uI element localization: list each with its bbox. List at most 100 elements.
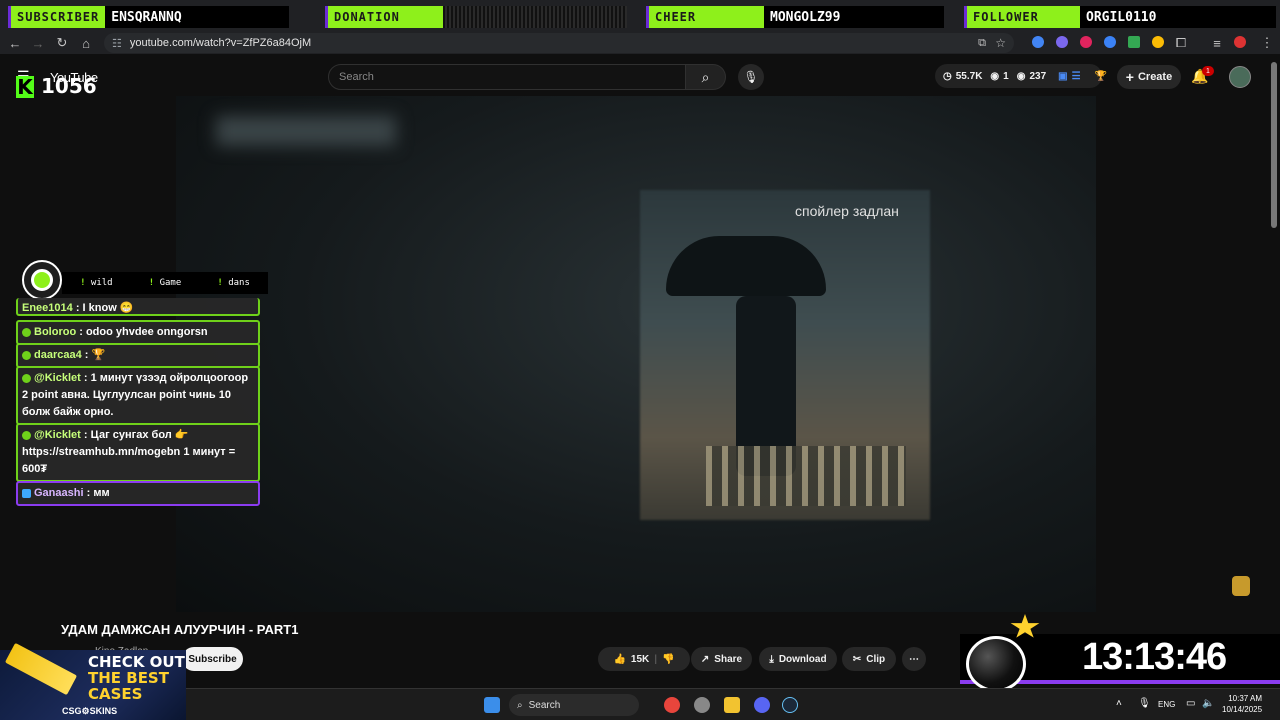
back-icon[interactable]: ← <box>4 32 26 54</box>
install-icon[interactable]: ⧉ <box>978 37 986 50</box>
extension-icon[interactable] <box>1104 36 1116 48</box>
download-extension-icon[interactable] <box>1128 36 1140 48</box>
chevron-up-icon[interactable]: ˄ <box>1116 698 1122 709</box>
search-button[interactable]: ⌕ <box>686 64 726 90</box>
csgo-skins-ad[interactable]: CHECK OUT THE BEST CASES CSG⚙SKINS <box>0 642 186 720</box>
dislike-icon[interactable]: 👎 <box>662 654 674 665</box>
follower-label: FOLLOWER <box>964 6 1080 28</box>
subscriber-label: SUBSCRIBER <box>8 6 106 28</box>
search-icon: ⌕ <box>517 699 523 711</box>
donation-label: DONATION <box>325 6 443 28</box>
subscriber-alert: SUBSCRIBER ENSQRANNQ <box>8 6 290 28</box>
views-icon: ◷ <box>943 70 952 82</box>
reload-icon[interactable]: ↻ <box>51 32 73 54</box>
avatar[interactable] <box>1229 66 1251 88</box>
stats-b: 237 <box>1029 70 1047 82</box>
create-label: Create <box>1137 71 1173 83</box>
volume-icon[interactable]: 🔈 <box>1202 698 1214 709</box>
extension-icon: ▣ <box>1058 70 1068 82</box>
plus-icon: + <box>1125 69 1134 85</box>
share-button[interactable]: ↗ Share <box>691 647 752 671</box>
chat-message: daarcaa4 : 🏆 <box>16 343 260 368</box>
steam-icon[interactable] <box>782 697 798 713</box>
knife-icon <box>4 642 78 696</box>
stream-alerts-bar: SUBSCRIBER ENSQRANNQ DONATION CHEER MONG… <box>0 0 1280 32</box>
command-wild: ! wild <box>80 278 113 288</box>
download-label: Download <box>778 653 827 665</box>
browser-menu-icon[interactable]: ⋮ <box>1256 32 1278 54</box>
bookmark-star-icon[interactable]: ☆ <box>995 36 1006 50</box>
badge-icon <box>22 488 31 498</box>
chat-commands: ! wild ! Game ! dans <box>62 272 268 294</box>
umbrella-shape <box>666 236 826 296</box>
network-icon[interactable]: ▭ <box>1186 698 1195 709</box>
verified-icon <box>22 373 31 383</box>
discord-icon[interactable] <box>754 697 770 713</box>
obs-icon[interactable] <box>694 697 710 713</box>
chat-message: Ganaashi : мм <box>16 481 260 506</box>
youtube-header: ☰ Search ⌕ 🎙 ◷ 55.7K ◉ 1 ◉ 237 ▣ ☰ 🏆 + C… <box>0 54 1280 96</box>
clip-label: Clip <box>866 653 886 665</box>
cheer-alert: CHEER MONGOLZ99 <box>646 6 944 28</box>
windows-start-icon[interactable] <box>484 697 500 713</box>
extension-icon[interactable] <box>1032 36 1044 48</box>
like-count[interactable]: 15K <box>631 654 649 665</box>
command-game: ! Game <box>148 278 182 288</box>
taskbar-clock[interactable]: 10:37 AM 10/14/2025 <box>1222 693 1262 715</box>
stats-a: 1 <box>1003 70 1009 82</box>
follower-name: ORGIL0110 <box>1080 6 1276 28</box>
voice-search-button[interactable]: 🎙 <box>738 64 764 90</box>
verified-icon <box>22 430 31 440</box>
share-icon: ↗ <box>700 653 710 665</box>
follower-alert: FOLLOWER ORGIL0110 <box>964 6 1276 28</box>
eye-icon: ◉ <box>1016 70 1026 82</box>
search-icon: ⌕ <box>701 68 710 85</box>
more-icon: ⋯ <box>909 653 919 665</box>
reading-list-icon[interactable]: ≡ <box>1206 32 1228 54</box>
bench-shape <box>706 446 906 506</box>
notification-badge: 1 <box>1202 66 1214 76</box>
kick-viewer-count: 1056 <box>41 74 97 98</box>
profile-icon[interactable] <box>1234 36 1246 48</box>
site-info-icon[interactable]: ☷ <box>112 37 122 50</box>
trophy-icon: 🏆 <box>1094 70 1108 82</box>
donation-alert: DONATION <box>325 6 627 28</box>
home-icon[interactable]: ⌂ <box>75 32 97 54</box>
chat-message: Boloroo : odoo yhvdee onngorsn <box>16 320 260 345</box>
address-bar[interactable]: ☷ youtube.com/watch?v=ZfPZ6a84OjM ⧉ ☆ <box>104 33 1014 53</box>
video-title: УДАМ ДАМЖСАН АЛУУРЧИН - PART1 <box>61 622 299 637</box>
extensions-puzzle-icon[interactable]: ⧠ <box>1170 32 1192 54</box>
language-indicator[interactable]: ENG <box>1158 700 1175 709</box>
create-button[interactable]: + Create <box>1117 65 1181 89</box>
chat-message: @Kicklet : Цаг сунгах бол 👉 https://stre… <box>16 423 260 482</box>
extension-icon[interactable] <box>1152 36 1164 48</box>
badge-icon <box>22 327 31 337</box>
chrome-icon[interactable] <box>664 697 680 713</box>
cheer-name: MONGOLZ99 <box>764 6 944 28</box>
like-icon[interactable]: 👍 <box>613 654 625 665</box>
file-explorer-icon[interactable] <box>724 697 740 713</box>
bomb-icon <box>966 636 1026 692</box>
video-player[interactable] <box>176 96 1096 612</box>
stats-pill[interactable]: ◷ 55.7K ◉ 1 ◉ 237 ▣ ☰ 🏆 <box>935 64 1107 88</box>
chat-message: @Kicklet : 1 минут үзээд ойролцоогоор 2 … <box>16 366 260 425</box>
forward-icon[interactable]: → <box>27 32 49 54</box>
page-scrollbar[interactable] <box>1271 62 1277 228</box>
command-dans: ! dans <box>217 278 250 288</box>
search-input[interactable]: Search <box>328 64 686 90</box>
more-actions-button[interactable]: ⋯ <box>902 647 926 671</box>
clip-button[interactable]: ✂ Clip <box>842 647 896 671</box>
extension-icon[interactable] <box>1080 36 1092 48</box>
ad-brand: CSG⚙SKINS <box>62 706 118 716</box>
badge-icon <box>22 350 31 360</box>
subscriber-name: ENSQRANNQ <box>105 6 290 28</box>
extension-icon[interactable] <box>1056 36 1068 48</box>
stats-views: 55.7K <box>955 70 983 82</box>
subscribe-button[interactable]: Subscribe <box>182 647 243 671</box>
browser-toolbar: ← → ↻ ⌂ ☷ youtube.com/watch?v=ZfPZ6a84Oj… <box>0 32 1280 54</box>
taskbar-search[interactable]: ⌕ Search <box>509 694 639 716</box>
kick-logo-icon: K <box>16 75 34 99</box>
download-button[interactable]: ⤓ Download <box>759 647 837 671</box>
donation-value <box>443 6 627 28</box>
microphone-icon[interactable]: 🎙 <box>1138 698 1151 709</box>
